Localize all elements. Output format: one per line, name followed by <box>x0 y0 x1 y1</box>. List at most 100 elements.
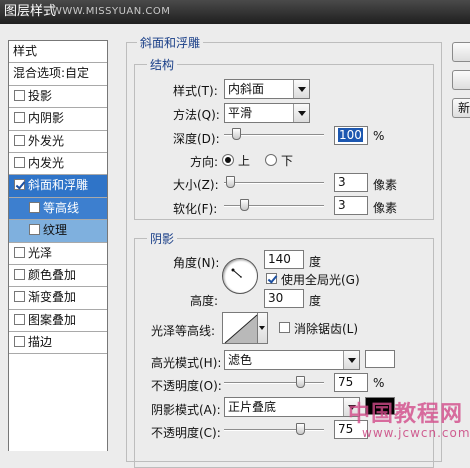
highlight-mode-label: 高光模式(H): <box>151 356 222 370</box>
watermark-url: www.jcwcn.com <box>362 426 470 440</box>
direction-down-radio[interactable] <box>265 154 277 166</box>
style-item-contour[interactable]: 等高线 <box>9 197 107 221</box>
global-light-checkbox[interactable] <box>266 273 277 284</box>
slider-handle[interactable] <box>226 176 235 188</box>
style-item-bevel-emboss[interactable]: 斜面和浮雕 <box>9 175 107 198</box>
style-list-header[interactable]: 样式 <box>9 41 107 64</box>
style-item-gradient-overlay[interactable]: 渐变叠加 <box>9 287 107 310</box>
gloss-contour-label: 光泽等高线: <box>151 324 216 338</box>
window-title: 图层样式 <box>4 4 57 19</box>
shadow-opacity-label: 不透明度(C): <box>151 426 221 440</box>
direction-up-radio[interactable] <box>222 154 234 166</box>
size-slider[interactable] <box>224 176 324 188</box>
style-item-outer-glow[interactable]: 外发光 <box>9 130 107 153</box>
style-item-inner-glow[interactable]: 内发光 <box>9 152 107 176</box>
style-select-value: 内斜面 <box>228 82 265 96</box>
depth-input[interactable]: 100 <box>334 126 368 145</box>
checkbox-outer-glow[interactable] <box>14 134 25 146</box>
checkbox-texture[interactable] <box>29 224 40 236</box>
direction-up-label: 上 <box>238 154 251 168</box>
size-unit: 像素 <box>373 178 398 192</box>
size-value: 3 <box>338 175 346 189</box>
slider-handle[interactable] <box>232 128 241 140</box>
new-style-button-label: 新 <box>458 101 470 115</box>
method-select[interactable]: 平滑 <box>224 103 310 123</box>
slider-track <box>224 182 324 184</box>
depth-value: 100 <box>338 128 363 142</box>
highlight-opacity-unit: % <box>373 376 385 390</box>
checkbox-contour[interactable] <box>29 201 40 213</box>
style-item-color-overlay[interactable]: 颜色叠加 <box>9 264 107 288</box>
contour-curve-icon <box>224 314 258 344</box>
antialias-checkbox[interactable] <box>279 322 290 333</box>
altitude-input[interactable]: 30 <box>264 289 304 308</box>
structure-title: 结构 <box>147 56 178 73</box>
soften-input[interactable]: 3 <box>334 196 368 215</box>
depth-slider[interactable] <box>224 128 324 140</box>
ok-button[interactable] <box>452 42 470 62</box>
slider-handle[interactable] <box>296 423 305 435</box>
method-label: 方法(Q): <box>173 108 220 122</box>
shadow-opacity-slider[interactable] <box>224 423 324 435</box>
chevron-down-icon[interactable] <box>293 104 309 122</box>
style-item-label: 光泽 <box>28 245 53 260</box>
style-item-label: 颜色叠加 <box>28 267 77 282</box>
cancel-button[interactable] <box>452 70 470 90</box>
window-titlebar: 图层样式 WWW.MISSYUAN.COM <box>0 0 470 24</box>
blend-options-item[interactable]: 混合选项:自定 <box>9 63 107 86</box>
highlight-opacity-slider[interactable] <box>224 376 324 388</box>
style-item-label: 外发光 <box>28 133 65 148</box>
style-item-label: 渐变叠加 <box>28 290 77 305</box>
angle-dial-icon <box>231 268 242 278</box>
checkbox-drop-shadow[interactable] <box>14 89 25 101</box>
style-item-satin[interactable]: 光泽 <box>9 242 107 265</box>
checkbox-pattern-overlay[interactable] <box>14 313 25 325</box>
direction-down-label: 下 <box>281 154 294 168</box>
style-list: 样式 混合选项:自定 投影 内阴影 外发光 内发光 斜面和浮雕 等高线 纹理 光… <box>8 40 108 451</box>
size-input[interactable]: 3 <box>334 173 368 192</box>
antialias-label: 消除锯齿(L) <box>294 322 359 336</box>
angle-input[interactable]: 140 <box>264 250 304 269</box>
checkbox-color-overlay[interactable] <box>14 268 25 280</box>
style-item-inner-shadow[interactable]: 内阴影 <box>9 108 107 131</box>
highlight-mode-select[interactable]: 滤色 <box>224 350 360 370</box>
style-item-drop-shadow[interactable]: 投影 <box>9 85 107 109</box>
style-select[interactable]: 内斜面 <box>224 79 310 99</box>
checkbox-satin[interactable] <box>14 246 25 258</box>
style-item-label: 投影 <box>28 88 53 103</box>
style-item-texture[interactable]: 纹理 <box>9 220 107 243</box>
chevron-down-icon[interactable] <box>258 312 268 344</box>
slider-handle[interactable] <box>240 199 249 211</box>
gloss-contour-picker[interactable] <box>222 312 258 344</box>
checkbox-stroke[interactable] <box>14 336 25 348</box>
style-item-stroke[interactable]: 描边 <box>9 332 107 355</box>
soften-label: 软化(F): <box>173 202 218 216</box>
angle-value: 140 <box>268 252 291 266</box>
soften-slider[interactable] <box>224 199 324 211</box>
new-style-button[interactable]: 新 <box>452 98 470 118</box>
chevron-down-icon[interactable] <box>343 351 359 369</box>
blend-options-label: 混合选项:自定 <box>13 66 90 81</box>
style-item-label: 纹理 <box>43 223 68 238</box>
global-light-label: 使用全局光(G) <box>281 273 360 287</box>
title-watermark: WWW.MISSYUAN.COM <box>52 6 171 17</box>
checkbox-gradient-overlay[interactable] <box>14 291 25 303</box>
soften-value: 3 <box>338 198 346 212</box>
angle-dial[interactable] <box>222 258 258 294</box>
highlight-opacity-input[interactable]: 75 <box>334 373 368 392</box>
checkbox-inner-shadow[interactable] <box>14 112 25 124</box>
style-label: 样式(T): <box>173 84 218 98</box>
depth-label: 深度(D): <box>173 132 220 146</box>
style-item-pattern-overlay[interactable]: 图案叠加 <box>9 309 107 333</box>
checkbox-bevel-emboss[interactable] <box>14 179 25 191</box>
highlight-opacity-value: 75 <box>338 375 354 389</box>
slider-handle[interactable] <box>296 376 305 388</box>
altitude-unit: 度 <box>309 294 322 308</box>
checkbox-inner-glow[interactable] <box>14 156 25 168</box>
highlight-mode-value: 滤色 <box>228 353 253 367</box>
highlight-color-swatch[interactable] <box>365 350 395 368</box>
chevron-down-icon[interactable] <box>293 80 309 98</box>
bevel-emboss-title: 斜面和浮雕 <box>137 34 204 51</box>
altitude-value: 30 <box>268 291 284 305</box>
depth-unit: % <box>373 129 385 143</box>
